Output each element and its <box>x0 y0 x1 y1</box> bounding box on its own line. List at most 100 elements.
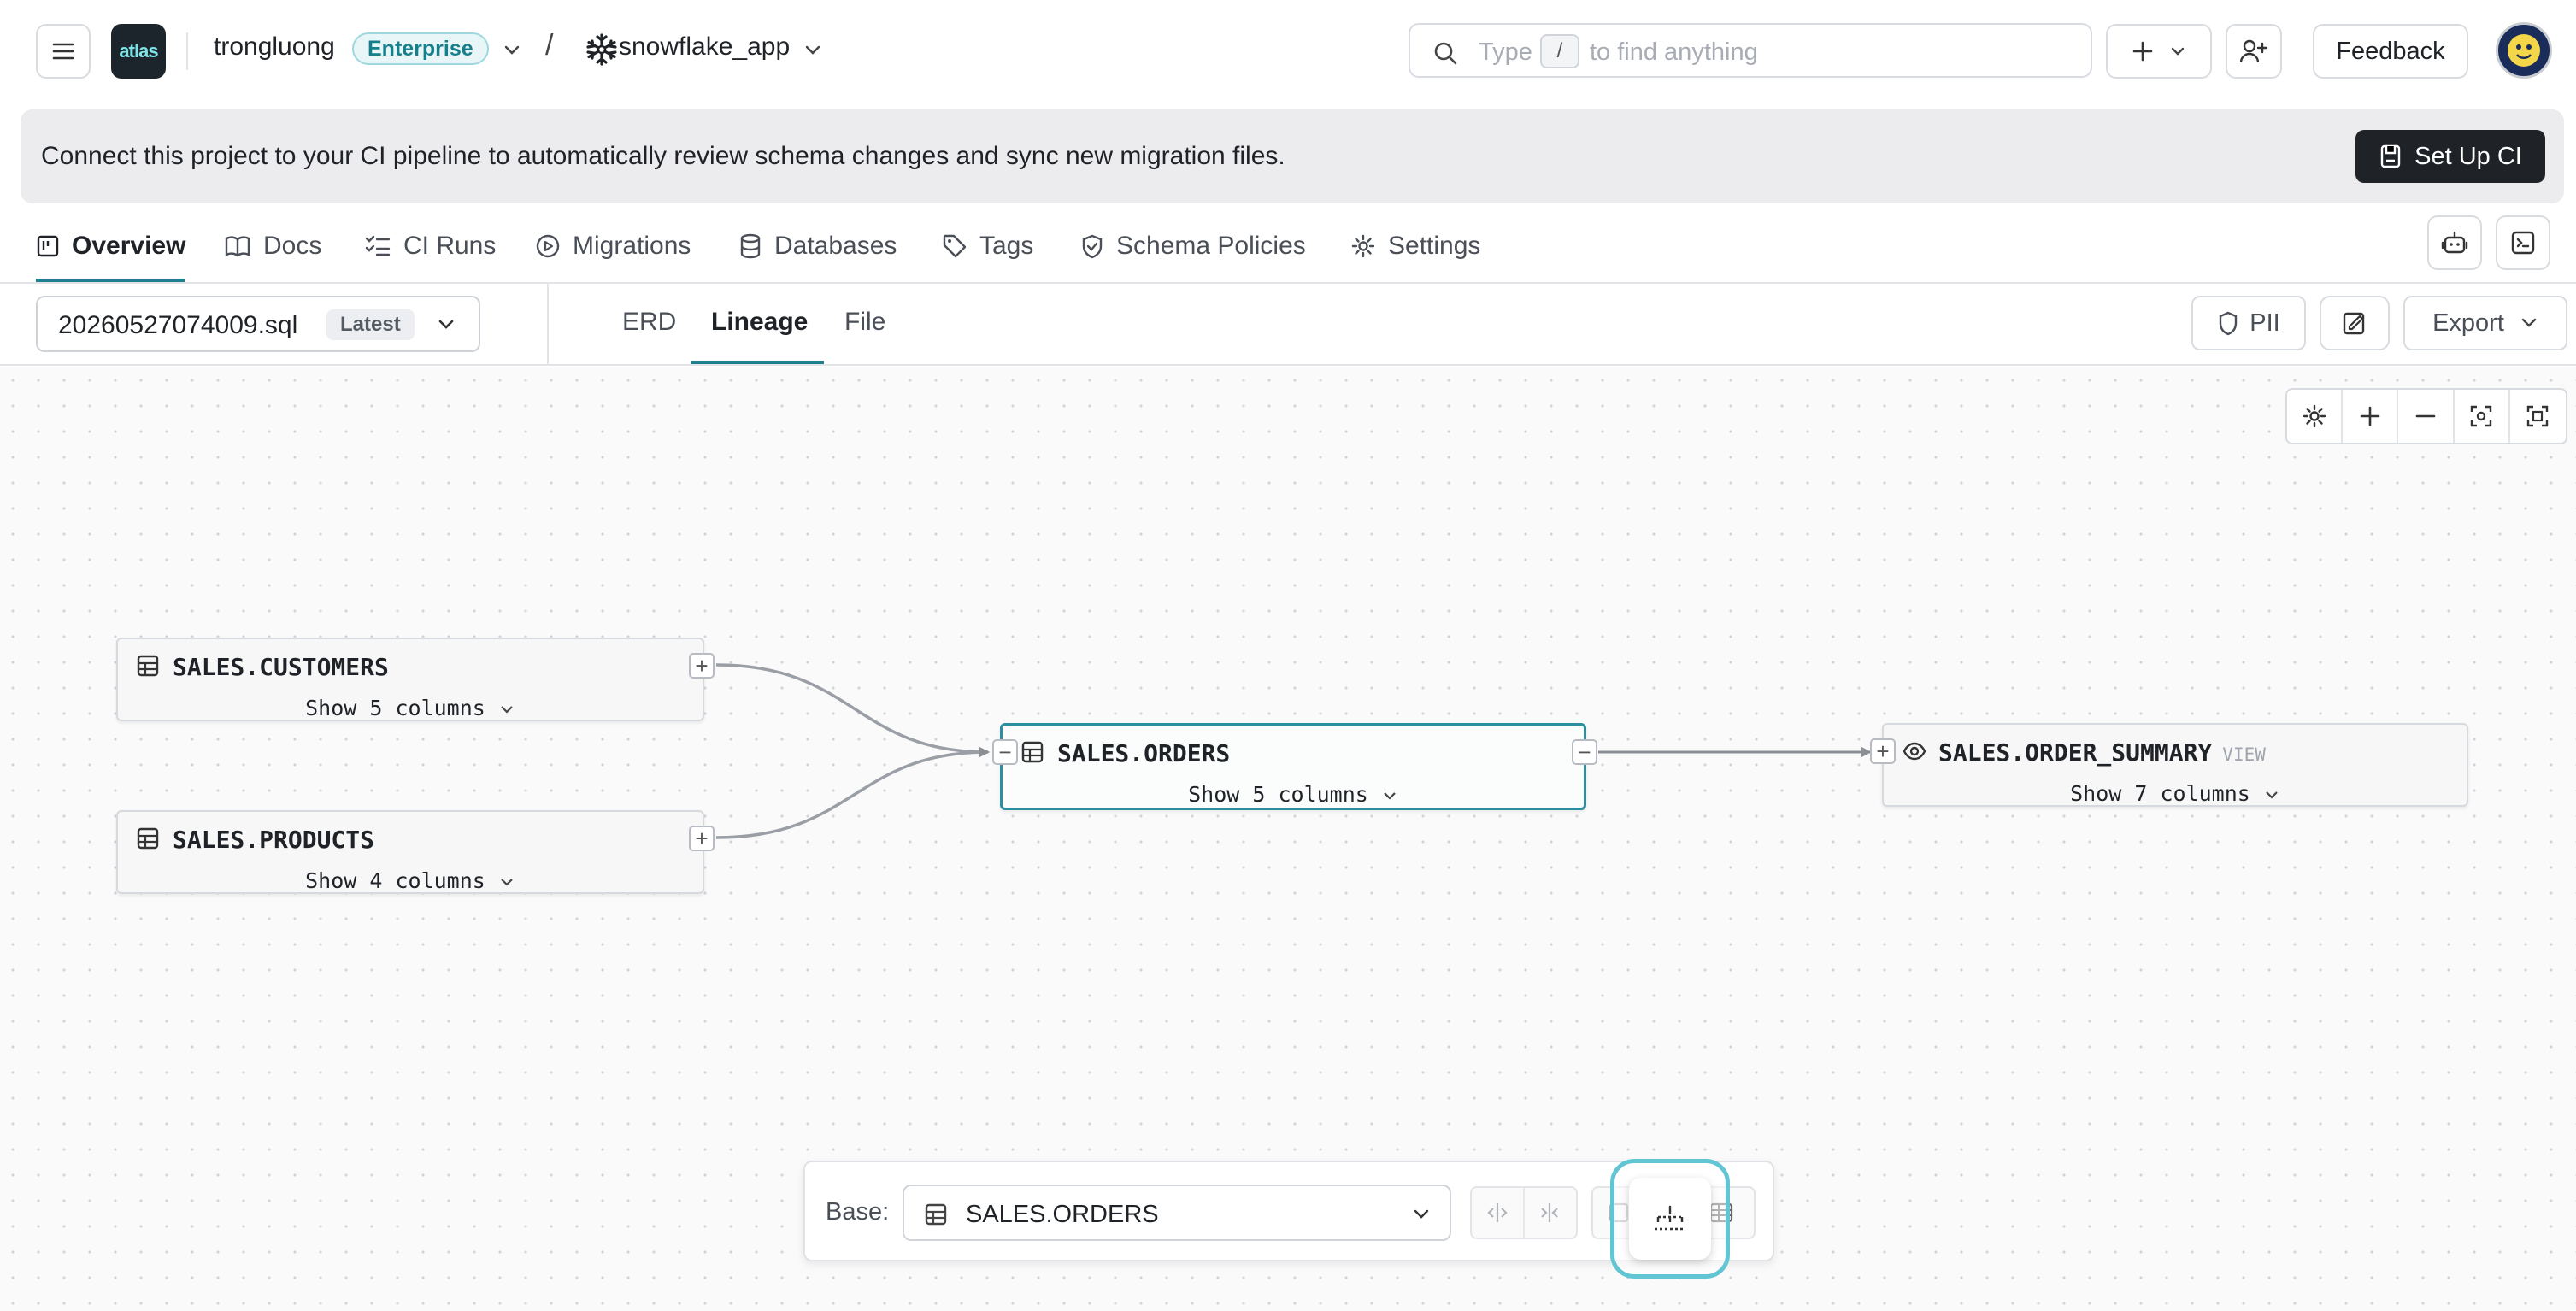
tab-tags[interactable]: Tags <box>942 227 1033 265</box>
show-columns-toggle[interactable]: Show 7 columns <box>1884 781 2467 806</box>
tab-lineage[interactable]: Lineage <box>711 308 808 337</box>
user-plus-icon <box>2239 39 2268 63</box>
active-view-indicator <box>691 361 824 364</box>
view-node-order-summary[interactable]: SALES.ORDER_SUMMARY VIEW Show 7 columns + <box>1870 723 2468 807</box>
edit-notes-button[interactable] <box>2320 296 2390 350</box>
atlas-logo[interactable]: atlas <box>111 24 166 79</box>
chevron-down-icon <box>438 320 454 329</box>
tab-label: Settings <box>1388 232 1481 260</box>
create-new-button[interactable] <box>2106 24 2212 79</box>
hierarchy-icon <box>1655 1205 1685 1231</box>
banner-message: Connect this project to your CI pipeline… <box>41 142 1285 170</box>
collapse-upstream-handle[interactable]: − <box>992 739 1018 765</box>
chevron-down-icon <box>501 706 513 714</box>
invite-user-button[interactable] <box>2226 24 2282 79</box>
node-title-text: SALES.ORDER_SUMMARY <box>1938 738 2213 767</box>
tab-label: Databases <box>774 232 897 260</box>
schema-toolbar: 20260527074009.sql Latest ERD Lineage Fi… <box>0 284 2576 366</box>
save-icon <box>2380 144 2401 168</box>
terminal-button[interactable] <box>2496 215 2550 270</box>
snowflake-icon <box>586 33 617 66</box>
menu-button[interactable] <box>36 24 91 79</box>
collapse-downstream-handle[interactable]: − <box>1572 739 1597 765</box>
chevron-down-icon <box>2171 47 2185 56</box>
show-columns-toggle[interactable]: Show 4 columns <box>118 868 703 893</box>
tab-databases[interactable]: Databases <box>738 227 897 265</box>
node-title: SALES.CUSTOMERS <box>173 653 389 681</box>
layout-icon <box>37 235 59 257</box>
node-title: SALES.PRODUCTS <box>173 826 375 854</box>
top-bar: atlas trongluong Enterprise / snowflake_… <box>0 0 2576 101</box>
tab-label: Docs <box>263 232 322 260</box>
tab-erd[interactable]: ERD <box>622 308 676 337</box>
show-columns-label: Show 4 columns <box>305 868 485 893</box>
split-left-icon <box>1487 1203 1508 1222</box>
plus-icon <box>2132 41 2153 62</box>
view-tag: VIEW <box>2222 744 2266 765</box>
pii-button[interactable]: PII <box>2191 296 2306 350</box>
eye-icon <box>1903 742 1926 761</box>
chevron-down-icon[interactable] <box>503 41 521 58</box>
chevron-down-icon <box>2521 318 2537 327</box>
base-table-value: SALES.ORDERS <box>966 1201 1159 1228</box>
pii-label: PII <box>2250 309 2280 337</box>
expand-handle[interactable]: + <box>1870 738 1896 764</box>
assistant-button[interactable] <box>2427 215 2482 270</box>
tab-settings[interactable]: Settings <box>1350 227 1480 265</box>
divider <box>186 32 188 70</box>
table-node-products[interactable]: SALES.PRODUCTS Show 4 columns + <box>116 810 715 894</box>
table-node-customers[interactable]: SALES.CUSTOMERS Show 5 columns + <box>116 638 715 721</box>
search-icon <box>1434 42 1457 65</box>
tab-docs[interactable]: Docs <box>224 227 321 265</box>
upstream-button[interactable] <box>1472 1188 1523 1238</box>
base-label: Base: <box>826 1198 890 1226</box>
set-up-ci-button[interactable]: Set Up CI <box>2355 130 2545 183</box>
search-placeholder-suffix: to find anything <box>1590 38 1758 66</box>
export-button[interactable]: Export <box>2403 296 2567 350</box>
table-icon <box>137 655 159 677</box>
split-right-icon <box>1541 1203 1558 1222</box>
chevron-down-icon <box>2266 791 2278 799</box>
chevron-down-icon[interactable] <box>803 41 822 58</box>
table-icon <box>925 1203 947 1226</box>
avatar[interactable] <box>2496 22 2552 79</box>
robot-icon <box>2441 231 2468 254</box>
table-icon <box>1021 741 1044 763</box>
tab-migrations[interactable]: Migrations <box>535 227 691 265</box>
tab-schema-policies[interactable]: Schema Policies <box>1080 227 1306 265</box>
tab-label: CI Runs <box>403 232 497 260</box>
node-title: SALES.ORDER_SUMMARY VIEW <box>1938 738 2266 767</box>
show-columns-toggle[interactable]: Show 5 columns <box>1003 782 1584 807</box>
expand-handle[interactable]: + <box>689 653 715 679</box>
project-name[interactable]: snowflake_app <box>619 32 790 62</box>
edge-customers-orders <box>715 663 990 757</box>
hierarchy-layout-button[interactable] <box>1629 1178 1711 1260</box>
expand-handle[interactable]: + <box>689 826 715 851</box>
tab-label: Tags <box>979 232 1034 260</box>
show-columns-label: Show 5 columns <box>305 696 485 720</box>
tab-ci-runs[interactable]: CI Runs <box>364 227 496 265</box>
hamburger-icon <box>52 43 74 60</box>
feedback-button[interactable]: Feedback <box>2313 24 2468 79</box>
base-table-select[interactable]: SALES.ORDERS <box>903 1185 1451 1241</box>
active-tab-indicator <box>36 279 185 282</box>
play-circle-icon <box>536 234 560 258</box>
tab-file[interactable]: File <box>844 308 885 337</box>
table-node-orders[interactable]: SALES.ORDERS Show 5 columns − − <box>992 723 1597 810</box>
org-name[interactable]: trongluong <box>214 32 335 62</box>
tab-label: Schema Policies <box>1116 232 1306 260</box>
direction-toggle-group <box>1470 1186 1578 1239</box>
table-icon <box>137 827 159 850</box>
lineage-canvas[interactable]: SALES.CUSTOMERS Show 5 columns + SALES.P… <box>0 367 2576 1311</box>
show-columns-toggle[interactable]: Show 5 columns <box>118 696 703 720</box>
downstream-button[interactable] <box>1523 1188 1574 1238</box>
user-avatar-icon <box>2508 34 2540 67</box>
selected-file-name: 20260527074009.sql <box>58 311 298 339</box>
export-label: Export <box>2432 309 2504 337</box>
gear-icon <box>1351 234 1375 258</box>
list-check-icon <box>365 235 391 256</box>
tab-overview[interactable]: Overview <box>36 227 185 265</box>
breadcrumb-separator: / <box>545 29 554 62</box>
migration-file-select[interactable]: 20260527074009.sql Latest <box>36 296 480 352</box>
search-input[interactable]: Type / to find anything <box>1409 23 2092 78</box>
